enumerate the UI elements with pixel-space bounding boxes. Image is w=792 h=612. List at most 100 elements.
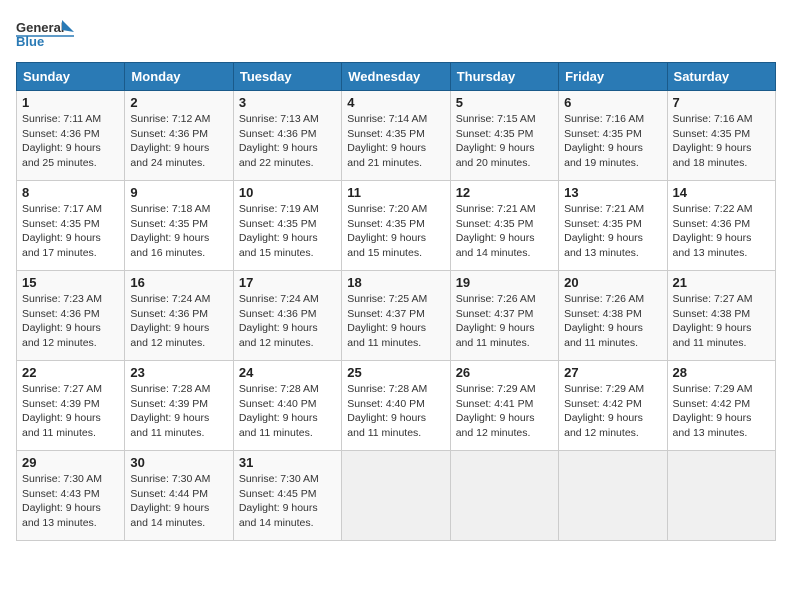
calendar-cell: 25Sunrise: 7:28 AM Sunset: 4:40 PM Dayli… (342, 361, 450, 451)
calendar-week-row: 15 Sunrise: 7:23 AM Sunset: 4:36 PM Dayli… (17, 271, 776, 361)
calendar-cell: 6 Sunrise: 7:16 AM Sunset: 4:35 PM Daylig… (559, 91, 667, 181)
calendar-cell: 29 Sunrise: 7:30 AM Sunset: 4:43 PM Dayli… (17, 451, 125, 541)
calendar-cell: 17 Sunrise: 7:24 AM Sunset: 4:36 PM Dayli… (233, 271, 341, 361)
calendar-cell: 28Sunrise: 7:29 AM Sunset: 4:42 PM Dayli… (667, 361, 775, 451)
calendar-cell: 24 Sunrise: 7:28 AM Sunset: 4:40 PM Dayli… (233, 361, 341, 451)
svg-text:General: General (16, 20, 64, 35)
day-info: Sunrise: 7:19 AM Sunset: 4:35 PM Dayligh… (239, 202, 336, 261)
day-number: 2 (130, 95, 227, 110)
day-number: 8 (22, 185, 119, 200)
logo: GeneralBlue (16, 16, 76, 56)
calendar-cell: 10 Sunrise: 7:19 AM Sunset: 4:35 PM Dayli… (233, 181, 341, 271)
day-info: Sunrise: 7:30 AM Sunset: 4:44 PM Dayligh… (130, 472, 227, 531)
day-info: Sunrise: 7:15 AM Sunset: 4:35 PM Dayligh… (456, 112, 553, 171)
day-number: 6 (564, 95, 661, 110)
day-number: 24 (239, 365, 336, 380)
calendar-cell: 8 Sunrise: 7:17 AM Sunset: 4:35 PM Daylig… (17, 181, 125, 271)
calendar-week-row: 29 Sunrise: 7:30 AM Sunset: 4:43 PM Dayli… (17, 451, 776, 541)
calendar-cell: 3 Sunrise: 7:13 AM Sunset: 4:36 PM Daylig… (233, 91, 341, 181)
day-number: 9 (130, 185, 227, 200)
calendar-cell: 27 Sunrise: 7:29 AM Sunset: 4:42 PM Dayli… (559, 361, 667, 451)
day-info: Sunrise: 7:17 AM Sunset: 4:35 PM Dayligh… (22, 202, 119, 261)
day-info: Sunrise: 7:13 AM Sunset: 4:36 PM Dayligh… (239, 112, 336, 171)
calendar-cell: 13Sunrise: 7:21 AM Sunset: 4:35 PM Dayli… (559, 181, 667, 271)
day-number: 1 (22, 95, 119, 110)
day-number: 13 (564, 185, 661, 200)
day-number: 10 (239, 185, 336, 200)
day-info: Sunrise: 7:30 AM Sunset: 4:43 PM Dayligh… (22, 472, 119, 531)
calendar-day-header: Friday (559, 63, 667, 91)
calendar-cell (342, 451, 450, 541)
calendar-day-header: Sunday (17, 63, 125, 91)
day-info: Sunrise: 7:23 AM Sunset: 4:36 PM Dayligh… (22, 292, 119, 351)
day-info: Sunrise: 7:28 AM Sunset: 4:39 PM Dayligh… (130, 382, 227, 441)
day-info: Sunrise: 7:30 AM Sunset: 4:45 PM Dayligh… (239, 472, 336, 531)
calendar-cell: 26 Sunrise: 7:29 AM Sunset: 4:41 PM Dayli… (450, 361, 558, 451)
day-info: Sunrise: 7:28 AM Sunset: 4:40 PM Dayligh… (347, 382, 444, 441)
day-info: Sunrise: 7:29 AM Sunset: 4:41 PM Dayligh… (456, 382, 553, 441)
day-number: 5 (456, 95, 553, 110)
day-info: Sunrise: 7:29 AM Sunset: 4:42 PM Dayligh… (564, 382, 661, 441)
calendar-week-row: 1 Sunrise: 7:11 AM Sunset: 4:36 PM Daylig… (17, 91, 776, 181)
calendar-cell (559, 451, 667, 541)
calendar-cell: 22Sunrise: 7:27 AM Sunset: 4:39 PM Dayli… (17, 361, 125, 451)
calendar-cell (667, 451, 775, 541)
day-info: Sunrise: 7:26 AM Sunset: 4:38 PM Dayligh… (564, 292, 661, 351)
calendar-day-header: Monday (125, 63, 233, 91)
day-info: Sunrise: 7:12 AM Sunset: 4:36 PM Dayligh… (130, 112, 227, 171)
day-number: 4 (347, 95, 444, 110)
day-number: 16 (130, 275, 227, 290)
calendar-week-row: 22Sunrise: 7:27 AM Sunset: 4:39 PM Dayli… (17, 361, 776, 451)
day-info: Sunrise: 7:24 AM Sunset: 4:36 PM Dayligh… (130, 292, 227, 351)
calendar-header-row: SundayMondayTuesdayWednesdayThursdayFrid… (17, 63, 776, 91)
calendar-week-row: 8 Sunrise: 7:17 AM Sunset: 4:35 PM Daylig… (17, 181, 776, 271)
day-info: Sunrise: 7:28 AM Sunset: 4:40 PM Dayligh… (239, 382, 336, 441)
day-info: Sunrise: 7:22 AM Sunset: 4:36 PM Dayligh… (673, 202, 770, 261)
day-number: 17 (239, 275, 336, 290)
day-info: Sunrise: 7:29 AM Sunset: 4:42 PM Dayligh… (673, 382, 770, 441)
calendar-day-header: Tuesday (233, 63, 341, 91)
day-number: 27 (564, 365, 661, 380)
day-number: 31 (239, 455, 336, 470)
calendar-cell: 2 Sunrise: 7:12 AM Sunset: 4:36 PM Daylig… (125, 91, 233, 181)
day-info: Sunrise: 7:21 AM Sunset: 4:35 PM Dayligh… (456, 202, 553, 261)
calendar-cell: 15 Sunrise: 7:23 AM Sunset: 4:36 PM Dayli… (17, 271, 125, 361)
calendar-cell: 12 Sunrise: 7:21 AM Sunset: 4:35 PM Dayli… (450, 181, 558, 271)
day-number: 12 (456, 185, 553, 200)
logo-svg: GeneralBlue (16, 16, 76, 56)
calendar-cell: 14 Sunrise: 7:22 AM Sunset: 4:36 PM Dayli… (667, 181, 775, 271)
calendar-table: SundayMondayTuesdayWednesdayThursdayFrid… (16, 62, 776, 541)
day-number: 3 (239, 95, 336, 110)
day-info: Sunrise: 7:16 AM Sunset: 4:35 PM Dayligh… (673, 112, 770, 171)
calendar-cell: 7 Sunrise: 7:16 AM Sunset: 4:35 PM Daylig… (667, 91, 775, 181)
calendar-cell: 18 Sunrise: 7:25 AM Sunset: 4:37 PM Dayli… (342, 271, 450, 361)
day-info: Sunrise: 7:14 AM Sunset: 4:35 PM Dayligh… (347, 112, 444, 171)
day-number: 18 (347, 275, 444, 290)
calendar-cell: 4 Sunrise: 7:14 AM Sunset: 4:35 PM Daylig… (342, 91, 450, 181)
calendar-cell: 30 Sunrise: 7:30 AM Sunset: 4:44 PM Dayli… (125, 451, 233, 541)
calendar-cell: 20Sunrise: 7:26 AM Sunset: 4:38 PM Dayli… (559, 271, 667, 361)
day-number: 29 (22, 455, 119, 470)
day-number: 26 (456, 365, 553, 380)
day-info: Sunrise: 7:24 AM Sunset: 4:36 PM Dayligh… (239, 292, 336, 351)
day-info: Sunrise: 7:27 AM Sunset: 4:39 PM Dayligh… (22, 382, 119, 441)
day-number: 19 (456, 275, 553, 290)
day-number: 23 (130, 365, 227, 380)
day-info: Sunrise: 7:27 AM Sunset: 4:38 PM Dayligh… (673, 292, 770, 351)
calendar-day-header: Thursday (450, 63, 558, 91)
day-info: Sunrise: 7:20 AM Sunset: 4:35 PM Dayligh… (347, 202, 444, 261)
day-info: Sunrise: 7:16 AM Sunset: 4:35 PM Dayligh… (564, 112, 661, 171)
day-number: 14 (673, 185, 770, 200)
calendar-cell: 9 Sunrise: 7:18 AM Sunset: 4:35 PM Daylig… (125, 181, 233, 271)
calendar-cell: 19Sunrise: 7:26 AM Sunset: 4:37 PM Dayli… (450, 271, 558, 361)
calendar-cell: 1 Sunrise: 7:11 AM Sunset: 4:36 PM Daylig… (17, 91, 125, 181)
calendar-cell: 21Sunrise: 7:27 AM Sunset: 4:38 PM Dayli… (667, 271, 775, 361)
day-info: Sunrise: 7:18 AM Sunset: 4:35 PM Dayligh… (130, 202, 227, 261)
day-info: Sunrise: 7:25 AM Sunset: 4:37 PM Dayligh… (347, 292, 444, 351)
day-number: 30 (130, 455, 227, 470)
calendar-day-header: Wednesday (342, 63, 450, 91)
day-number: 11 (347, 185, 444, 200)
day-info: Sunrise: 7:11 AM Sunset: 4:36 PM Dayligh… (22, 112, 119, 171)
day-number: 7 (673, 95, 770, 110)
day-number: 15 (22, 275, 119, 290)
